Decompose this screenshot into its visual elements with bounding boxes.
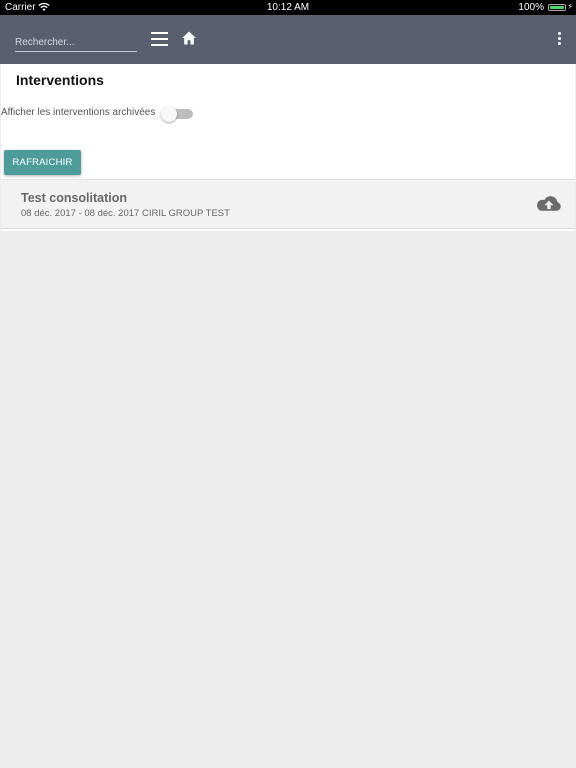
list-item[interactable]: Test consolitation 08 déc. 2017 - 08 déc… <box>1 179 575 229</box>
home-icon[interactable] <box>181 30 197 46</box>
intervention-title: Test consolitation <box>21 191 128 205</box>
page-title: Interventions <box>16 72 104 88</box>
search-field <box>15 32 137 52</box>
charging-icon: ⚡ <box>567 2 573 11</box>
refresh-button[interactable]: RAFRAICHIR <box>4 150 81 175</box>
hamburger-menu-icon[interactable] <box>151 32 168 46</box>
toggle-knob <box>161 106 177 122</box>
archive-toggle[interactable] <box>161 106 195 122</box>
battery-icon <box>548 4 566 11</box>
battery-percent: 100% <box>518 2 544 13</box>
status-bar: Carrier 10:12 AM 100% ⚡ <box>0 0 576 15</box>
more-vertical-icon[interactable] <box>558 32 562 46</box>
intervention-dates: 08 déc. 2017 - 08 déc. 2017 CIRIL GROUP … <box>21 208 230 219</box>
search-input[interactable] <box>15 33 137 52</box>
clock: 10:12 AM <box>266 2 310 13</box>
cloud-upload-icon[interactable] <box>535 194 563 214</box>
app-toolbar <box>0 15 576 64</box>
archive-toggle-label: Afficher les interventions archivées <box>1 107 156 118</box>
